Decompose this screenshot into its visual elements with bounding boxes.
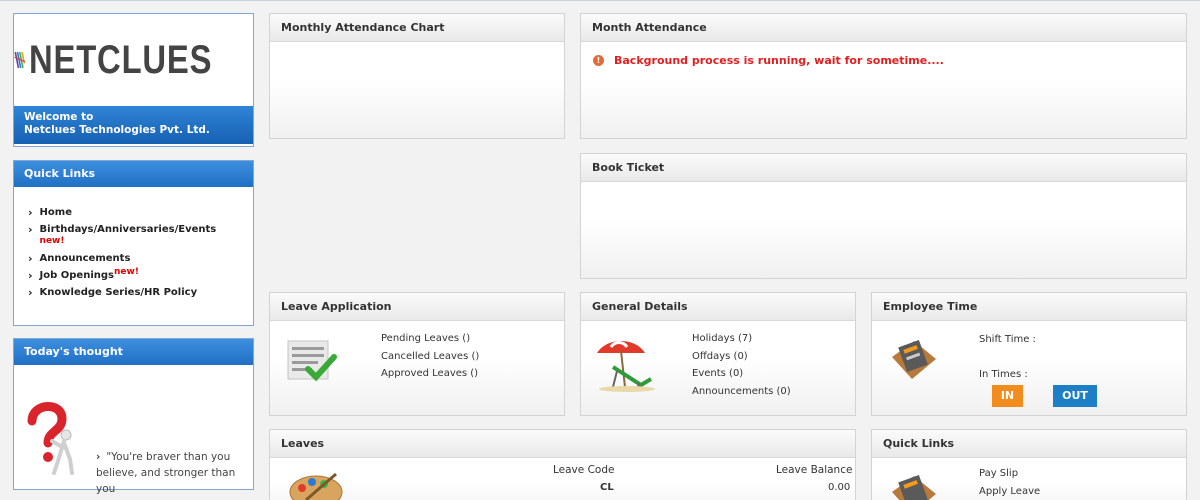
- chevron-right-icon: ›: [28, 269, 33, 282]
- announcements-link[interactable]: Announcements (0): [692, 383, 791, 401]
- clock-out-button[interactable]: OUT: [1053, 385, 1097, 407]
- shift-time-label: Shift Time :: [979, 334, 1036, 345]
- logo-text: NETCLUES: [29, 37, 213, 82]
- welcome-line: Welcome to: [24, 111, 94, 123]
- chevron-right-icon: ›: [28, 286, 33, 299]
- paint-palette-icon: [289, 472, 343, 500]
- employee-time-panel: Employee Time Shift Time : In Times : IN…: [871, 292, 1187, 416]
- panel-title: Monthly Attendance Chart: [270, 14, 564, 42]
- panel-title: Month Attendance: [581, 14, 1186, 42]
- clock-in-button[interactable]: IN: [992, 385, 1023, 407]
- quick-links-list: › Home › Birthdays/Anniversaries/Events new…: [14, 187, 253, 309]
- checklist-icon: [287, 340, 337, 382]
- apply-leave-link[interactable]: Apply Leave: [979, 483, 1040, 500]
- panel-title: Book Ticket: [581, 154, 1186, 182]
- quick-links-right-panel: Quick Links Pay Slip Apply Leave: [871, 429, 1187, 500]
- chevron-right-icon: ›: [28, 252, 33, 265]
- time-card-icon: [892, 475, 936, 500]
- chevron-right-icon: ›: [96, 451, 101, 463]
- approved-leaves-link[interactable]: Approved Leaves (): [381, 365, 479, 383]
- pending-leaves-link[interactable]: Pending Leaves (): [381, 330, 479, 348]
- alert-icon: !: [593, 55, 604, 66]
- offdays-link[interactable]: Offdays (0): [692, 348, 791, 366]
- quick-link-birthdays[interactable]: › Birthdays/Anniversaries/Events new!: [28, 221, 239, 250]
- new-badge: new!: [114, 267, 139, 277]
- leave-balance-header: Leave Balance: [776, 464, 853, 476]
- time-card-icon: [892, 340, 936, 379]
- leaves-panel: Leaves Leave Code Leave Balance CL 0.00: [269, 429, 856, 500]
- panel-title: Employee Time: [872, 293, 1186, 321]
- pay-slip-link[interactable]: Pay Slip: [979, 465, 1040, 483]
- thought-text: › "You're braver than you believe, and st…: [96, 451, 236, 495]
- question-man-icon: [27, 402, 74, 475]
- todays-thought-title: Today's thought: [14, 339, 253, 365]
- quick-links-left: Quick Links › Home › Birthdays/Anniversari…: [13, 160, 254, 326]
- panel-title: Leaves: [270, 430, 855, 458]
- chevron-right-icon: ›: [28, 223, 33, 236]
- cancelled-leaves-link[interactable]: Cancelled Leaves (): [381, 348, 479, 366]
- new-badge: new!: [39, 236, 65, 246]
- company-logo-box: NETCLUES Welcome to Netclues Technologie…: [13, 13, 254, 147]
- chevron-right-icon: ›: [28, 206, 33, 219]
- month-attendance-panel: Month Attendance ! Background process is…: [580, 13, 1187, 139]
- panel-title: Leave Application: [270, 293, 564, 321]
- quick-link-job-openings[interactable]: › Job Openings new!: [28, 267, 239, 284]
- quick-link-home[interactable]: › Home: [28, 204, 239, 221]
- general-details-panel: General Details Holidays (7) Offdays (0)…: [580, 292, 856, 416]
- book-ticket-panel: Book Ticket: [580, 153, 1187, 279]
- quick-link-announcements[interactable]: › Announcements: [28, 250, 239, 267]
- panel-title: General Details: [581, 293, 855, 321]
- background-process-alert: ! Background process is running, wait fo…: [593, 54, 1174, 67]
- in-times-label: In Times :: [979, 369, 1028, 380]
- beach-chair-icon: [597, 341, 655, 392]
- monthly-attendance-chart-panel: Monthly Attendance Chart: [269, 13, 565, 139]
- quick-links-title: Quick Links: [14, 161, 253, 187]
- leave-code-cell: CL: [600, 482, 614, 493]
- todays-thought-box: Today's thought › "You're braver than you…: [13, 338, 254, 495]
- events-link[interactable]: Events (0): [692, 365, 791, 383]
- company-name: Netclues Technologies Pvt. Ltd.: [24, 124, 210, 136]
- holidays-link[interactable]: Holidays (7): [692, 330, 791, 348]
- leave-code-header: Leave Code: [553, 464, 615, 476]
- welcome-banner: Welcome to Netclues Technologies Pvt. Lt…: [14, 106, 253, 144]
- panel-title: Quick Links: [872, 430, 1186, 458]
- company-logo: NETCLUES: [14, 14, 253, 106]
- quick-link-knowledge-series[interactable]: › Knowledge Series/HR Policy: [28, 284, 239, 301]
- leave-balance-cell: 0.00: [828, 482, 851, 493]
- netclues-logo-icon: [14, 51, 26, 69]
- leave-application-panel: Leave Application Pending Leaves () Canc…: [269, 292, 565, 416]
